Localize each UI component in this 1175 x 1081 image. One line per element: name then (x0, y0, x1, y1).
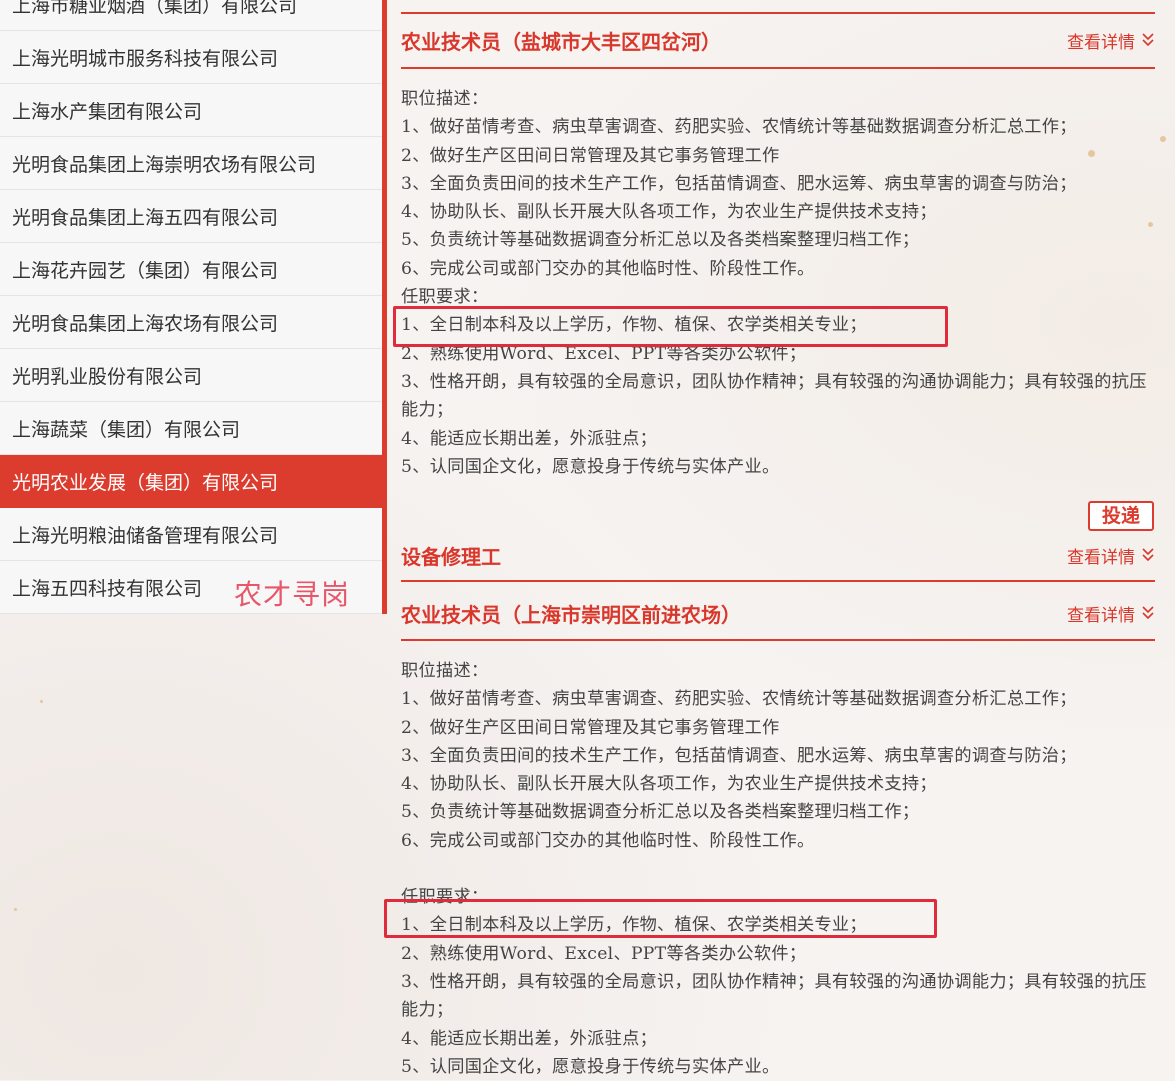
requirement-line: 4、能适应长期出差，外派驻点； (401, 1028, 658, 1049)
sidebar-item-company[interactable]: 上海花卉园艺（集团）有限公司 (0, 243, 382, 296)
requirement-line: 3、性格开朗，具有较强的全局意识，团队协作精神；具有较强的沟通协调能力；具有较强… (401, 971, 1147, 1021)
sidebar-item-company[interactable]: 上海光明粮油储备管理有限公司 (0, 508, 382, 561)
view-details-label: 查看详情 (1067, 547, 1135, 568)
job-header[interactable]: 农业技术员（盐城市大丰区四岔河） 查看详情 (401, 20, 1155, 60)
job-description: 职位描述： 1、做好苗情考查、病虫草害调查、药肥实验、农情统计等基础数据调查分析… (401, 657, 1155, 1081)
chevron-double-down-icon (1142, 548, 1154, 562)
divider (401, 580, 1155, 582)
description-line: 1、做好苗情考查、病虫草害调查、药肥实验、农情统计等基础数据调查分析汇总工作； (401, 689, 1077, 710)
sidebar-item-company[interactable]: 光明食品集团上海崇明农场有限公司 (0, 137, 382, 190)
sidebar-item-label: 上海花卉园艺（集团）有限公司 (12, 259, 279, 282)
chevron-double-down-icon (1142, 33, 1154, 47)
sidebar-item-label: 上海光明粮油储备管理有限公司 (12, 524, 279, 547)
decor-dot (40, 700, 43, 703)
sidebar-item-company[interactable]: 光明食品集团上海五四有限公司 (0, 190, 382, 243)
view-details-link[interactable]: 查看详情 (1067, 543, 1155, 568)
job-header[interactable]: 设备修理工 查看详情 (401, 535, 1155, 575)
description-heading: 职位描述： (401, 89, 489, 109)
sidebar-item-company-active[interactable]: 光明农业发展（集团）有限公司 (0, 455, 382, 508)
apply-button[interactable]: 投递 (1087, 501, 1154, 531)
chevron-double-down-icon (1142, 606, 1154, 620)
sidebar-item-label: 光明农业发展（集团）有限公司 (12, 471, 279, 494)
requirement-line: 3、性格开朗，具有较强的全局意识，团队协作精神；具有较强的沟通协调能力；具有较强… (401, 371, 1147, 421)
requirement-line: 5、认同国企文化，愿意投身于传统与实体产业。 (401, 1056, 780, 1077)
view-details-label: 查看详情 (1067, 32, 1135, 53)
divider (401, 639, 1155, 641)
divider (401, 67, 1155, 69)
decor-dot (14, 908, 17, 911)
description-line: 5、负责统计等基础数据调查分析汇总以及各类档案整理归档工作； (401, 802, 920, 823)
sidebar-item-label: 上海水产集团有限公司 (12, 100, 203, 123)
watermark-text: 农才寻岗 (234, 578, 351, 611)
view-details-link[interactable]: 查看详情 (1067, 601, 1155, 626)
requirement-line: 2、熟练使用Word、Excel、PPT等各类办公软件； (401, 943, 807, 964)
sidebar-item-company[interactable]: 光明乳业股份有限公司 (0, 349, 382, 402)
decor-dot (1160, 136, 1166, 142)
sidebar-item-company[interactable]: 上海蔬菜（集团）有限公司 (0, 402, 382, 455)
sidebar-item-label: 上海光明城市服务科技有限公司 (12, 47, 279, 70)
description-line: 5、负责统计等基础数据调查分析汇总以及各类档案整理归档工作； (401, 230, 920, 251)
sidebar-item-label: 光明食品集团上海五四有限公司 (12, 206, 279, 229)
description-heading: 职位描述： (401, 661, 489, 681)
view-details-link[interactable]: 查看详情 (1067, 28, 1155, 53)
view-details-label: 查看详情 (1067, 605, 1135, 626)
job-title[interactable]: 农业技术员（盐城市大丰区四岔河） (401, 26, 721, 55)
sidebar-item-company[interactable]: 上海水产集团有限公司 (0, 84, 382, 137)
description-line: 6、完成公司或部门交办的其他临时性、阶段性工作。 (401, 830, 815, 851)
sidebar-item-company[interactable]: 上海市糖业烟酒（集团）有限公司 (0, 0, 382, 31)
requirement-line: 4、能适应长期出差，外派驻点； (401, 428, 658, 449)
job-description: 职位描述： 1、做好苗情考查、病虫草害调查、药肥实验、农情统计等基础数据调查分析… (401, 85, 1155, 481)
job-title[interactable]: 设备修理工 (401, 541, 501, 570)
divider (401, 12, 1155, 14)
sidebar-item-label: 上海五四科技有限公司 (12, 577, 203, 600)
requirement-line: 5、认同国企文化，愿意投身于传统与实体产业。 (401, 456, 780, 477)
sidebar-item-company[interactable]: 上海光明城市服务科技有限公司 (0, 31, 382, 84)
sidebar-item-company[interactable]: 上海五四科技有限公司 农才寻岗 (0, 561, 382, 614)
description-line: 2、做好生产区田间日常管理及其它事务管理工作 (401, 717, 780, 738)
description-line: 2、做好生产区田间日常管理及其它事务管理工作 (401, 145, 780, 166)
sidebar-item-label: 上海蔬菜（集团）有限公司 (12, 418, 241, 441)
job-header[interactable]: 农业技术员（上海市崇明区前进农场） 查看详情 (401, 593, 1155, 633)
company-sidebar: 上海市糖业烟酒（集团）有限公司 上海光明城市服务科技有限公司 上海水产集团有限公… (0, 0, 387, 614)
sidebar-item-label: 光明食品集团上海崇明农场有限公司 (12, 153, 317, 176)
description-line: 1、做好苗情考查、病虫草害调查、药肥实验、农情统计等基础数据调查分析汇总工作； (401, 117, 1077, 138)
sidebar-item-label: 光明食品集团上海农场有限公司 (12, 312, 279, 335)
description-line: 3、全面负责田间的技术生产工作，包括苗情调查、肥水运筹、病虫草害的调查与防治； (401, 745, 1077, 766)
sidebar-item-label: 上海市糖业烟酒（集团）有限公司 (12, 0, 298, 17)
highlight-box (393, 306, 948, 347)
description-line: 6、完成公司或部门交办的其他临时性、阶段性工作。 (401, 258, 815, 279)
highlight-box (384, 899, 937, 938)
sidebar-item-label: 光明乳业股份有限公司 (12, 365, 203, 388)
description-line: 4、协助队长、副队长开展大队各项工作，为农业生产提供技术支持； (401, 774, 937, 795)
sidebar-item-company[interactable]: 光明食品集团上海农场有限公司 (0, 296, 382, 349)
job-title[interactable]: 农业技术员（上海市崇明区前进农场） (401, 599, 741, 628)
description-line: 4、协助队长、副队长开展大队各项工作，为农业生产提供技术支持； (401, 202, 937, 223)
description-line: 3、全面负责田间的技术生产工作，包括苗情调查、肥水运筹、病虫草害的调查与防治； (401, 173, 1077, 194)
